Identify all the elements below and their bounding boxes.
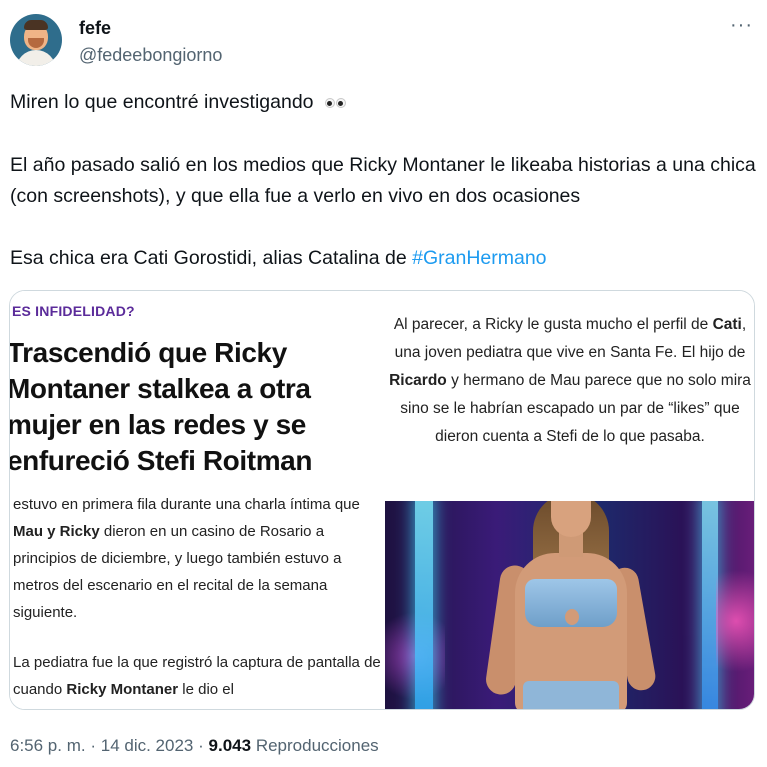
media-image[interactable]: ES INFIDELIDAD? Trascendió que Ricky Mon… xyxy=(9,290,755,710)
article-body-left: estuvo en primera fila durante una charl… xyxy=(10,491,385,709)
article-body-right: Al parecer, a Ricky le gusta mucho el pe… xyxy=(385,291,754,501)
person-photo xyxy=(484,501,658,709)
article-paragraph: La pediatra fue la que registró la captu… xyxy=(13,654,381,698)
headline-line: enfureció Stefi Roitman xyxy=(9,445,313,476)
article-paragraph: Al parecer, a Ricky le gusta mucho el pe… xyxy=(389,316,751,445)
separator: · xyxy=(90,736,97,755)
article-paragraph: estuvo en primera fila durante una charl… xyxy=(13,496,360,621)
tweet-text-line1: Miren lo que encontré investigando xyxy=(10,87,760,118)
avatar-hair xyxy=(24,20,48,30)
headline-line: mujer en las redes y se xyxy=(9,409,306,440)
tweet: fefe @fedeebongiorno ··· Miren lo que en… xyxy=(0,0,767,767)
article-left-column: ES INFIDELIDAD? Trascendió que Ricky Mon… xyxy=(10,291,385,709)
headline-line: Trascendió que Ricky xyxy=(9,337,287,368)
user-handle[interactable]: @fedeebongiorno xyxy=(79,45,222,66)
views-label: Reproducciones xyxy=(255,736,379,755)
tweet-text-paragraph3-body: Esa chica era Cati Gorostidi, alias Cata… xyxy=(10,247,413,269)
tweet-text-paragraph2: El año pasado salió en los medios que Ri… xyxy=(10,154,756,207)
article-photo xyxy=(385,501,754,709)
tweet-date[interactable]: 14 dic. 2023 xyxy=(101,736,194,755)
article-kicker: ES INFIDELIDAD? xyxy=(12,303,135,319)
hashtag-link[interactable]: #GranHermano xyxy=(412,247,546,269)
tweet-time[interactable]: 6:56 p. m. xyxy=(10,736,86,755)
tweet-text-paragraph3: Esa chica era Cati Gorostidi, alias Cata… xyxy=(10,243,760,274)
article-headline: Trascendió que Ricky Montaner stalkea a … xyxy=(9,335,387,479)
tweet-meta: 6:56 p. m. · 14 dic. 2023 · 9.043 Reprod… xyxy=(10,736,379,756)
views-count: 9.043 xyxy=(208,736,252,755)
avatar-shirt xyxy=(16,50,56,66)
more-horizontal-icon[interactable]: ··· xyxy=(730,14,753,37)
tweet-header: fefe @fedeebongiorno ··· xyxy=(10,12,757,68)
article-headline-block: ES INFIDELIDAD? Trascendió que Ricky Mon… xyxy=(10,291,385,501)
avatar[interactable] xyxy=(10,14,62,66)
tweet-text-intro: Miren lo que encontré investigando xyxy=(10,91,314,113)
separator: · xyxy=(198,736,204,755)
eyes-emoji-icon xyxy=(324,87,347,118)
display-name[interactable]: fefe xyxy=(79,18,111,39)
headline-line: Montaner stalkea a otra xyxy=(9,373,311,404)
neon-light-left xyxy=(415,501,433,709)
